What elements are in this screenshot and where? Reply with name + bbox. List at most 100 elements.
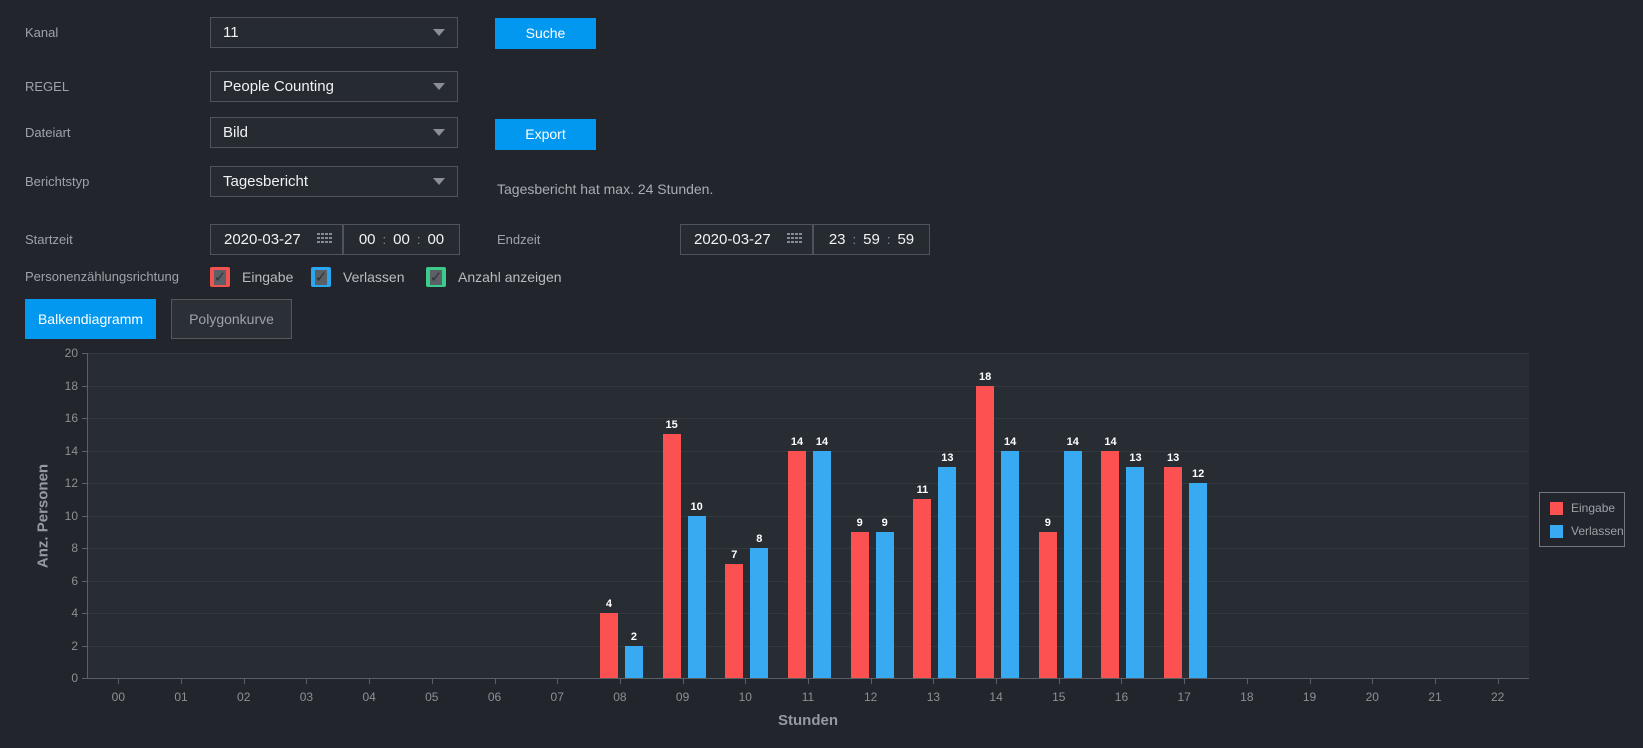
bar-value-label: 13 (941, 452, 953, 464)
x-axis-tick (683, 679, 684, 684)
y-tick-label: 16 (38, 411, 78, 425)
berichtstyp-value: Tagesbericht (223, 173, 425, 190)
eingabe-swatch-icon (1550, 502, 1563, 515)
gridline (87, 516, 1529, 517)
bar-value-label: 9 (857, 517, 863, 529)
x-axis-tick (1059, 679, 1060, 684)
x-axis-title: Stunden (778, 712, 838, 729)
checkbox-eingabe[interactable]: ✓ (210, 267, 230, 287)
x-axis-tick (871, 679, 872, 684)
bar-verlassen (688, 516, 706, 679)
bar-value-label: 7 (731, 549, 737, 561)
tab-balkendiagramm[interactable]: Balkendiagramm (25, 299, 156, 339)
x-axis-tick (369, 679, 370, 684)
start-minute: 00 (393, 231, 410, 248)
bar-value-label: 11 (917, 484, 929, 496)
start-hour: 00 (359, 231, 376, 248)
bar-eingabe (851, 532, 869, 678)
x-tick-label: 10 (739, 690, 752, 704)
gridline (87, 353, 1529, 354)
x-tick-label: 08 (613, 690, 626, 704)
end-date-value: 2020-03-27 (681, 231, 787, 248)
check-icon: ✓ (430, 270, 443, 285)
kanal-select[interactable]: 11 (210, 17, 458, 48)
x-axis-tick (808, 679, 809, 684)
x-tick-label: 15 (1052, 690, 1065, 704)
x-axis-tick (557, 679, 558, 684)
bar-value-label: 10 (690, 501, 702, 513)
start-second: 00 (427, 231, 444, 248)
bar-eingabe (600, 613, 618, 678)
bar-eingabe (1039, 532, 1057, 678)
end-date-field[interactable]: 2020-03-27 (680, 224, 813, 255)
checkbox-anzahl-anzeigen[interactable]: ✓ (426, 267, 446, 287)
x-tick-label: 09 (676, 690, 689, 704)
dateiart-select[interactable]: Bild (210, 117, 458, 148)
x-axis-tick (181, 679, 182, 684)
gridline (87, 483, 1529, 484)
x-tick-label: 11 (802, 690, 814, 704)
x-tick-label: 07 (551, 690, 564, 704)
x-axis-tick (1498, 679, 1499, 684)
search-button[interactable]: Suche (495, 18, 596, 49)
y-axis-title: Anz. Personen (35, 464, 52, 568)
gridline (87, 386, 1529, 387)
checkbox-anzahl-anzeigen-label: Anzahl anzeigen (458, 267, 562, 287)
bar-eingabe (663, 434, 681, 678)
bar-value-label: 9 (1045, 517, 1051, 529)
calendar-icon[interactable] (787, 233, 802, 246)
x-axis-tick (933, 679, 934, 684)
x-axis-tick (996, 679, 997, 684)
export-button[interactable]: Export (495, 119, 596, 150)
chevron-down-icon (433, 178, 445, 185)
start-date-value: 2020-03-27 (211, 231, 317, 248)
bar-verlassen (813, 451, 831, 679)
gridline (87, 646, 1529, 647)
checkbox-eingabe-label: Eingabe (242, 267, 293, 287)
x-axis-tick (244, 679, 245, 684)
bar-value-label: 14 (1067, 436, 1079, 448)
berichtstyp-select[interactable]: Tagesbericht (210, 166, 458, 197)
chevron-down-icon (433, 129, 445, 136)
people-counting-report-panel: Kanal 11 Suche REGEL People Counting Dat… (0, 0, 1643, 748)
x-tick-label: 02 (237, 690, 250, 704)
end-time-field[interactable]: 235959 (813, 224, 930, 255)
dateiart-value: Bild (223, 124, 425, 141)
calendar-icon[interactable] (317, 233, 332, 246)
bar-verlassen (750, 548, 768, 678)
bar-verlassen (938, 467, 956, 678)
checkbox-verlassen[interactable]: ✓ (311, 267, 331, 287)
start-date-field[interactable]: 2020-03-27 (210, 224, 343, 255)
bar-verlassen (1064, 451, 1082, 679)
bar-eingabe (788, 451, 806, 679)
bar-value-label: 8 (756, 533, 762, 545)
x-axis-tick (1372, 679, 1373, 684)
bar-value-label: 18 (979, 371, 991, 383)
richtung-label: Personenzählungsrichtung (25, 262, 179, 292)
bar-value-label: 13 (1167, 452, 1179, 464)
start-time-field[interactable]: 00 00 00 (343, 224, 460, 255)
regel-select[interactable]: People Counting (210, 71, 458, 102)
x-axis-tick (1435, 679, 1436, 684)
legend-item-verlassen: Verlassen (1550, 524, 1624, 538)
x-tick-label: 20 (1366, 690, 1379, 704)
x-tick-label: 03 (300, 690, 313, 704)
tab-polygonkurve[interactable]: Polygonkurve (171, 299, 292, 339)
startzeit-label: Startzeit (25, 224, 73, 255)
y-tick-label: 2 (38, 639, 78, 653)
kanal-value: 11 (223, 24, 425, 41)
legend-label: Verlassen (1571, 524, 1624, 538)
chevron-down-icon (433, 29, 445, 36)
bar-eingabe (976, 386, 994, 679)
x-axis-tick (495, 679, 496, 684)
bar-value-label: 14 (791, 436, 803, 448)
y-axis-line (87, 353, 88, 679)
x-axis-tick (1121, 679, 1122, 684)
x-axis-tick (432, 679, 433, 684)
bar-verlassen (1126, 467, 1144, 678)
dateiart-label: Dateiart (25, 117, 71, 148)
x-tick-label: 18 (1240, 690, 1253, 704)
regel-label: REGEL (25, 71, 69, 102)
x-tick-label: 04 (362, 690, 375, 704)
bar-value-label: 2 (631, 631, 637, 643)
